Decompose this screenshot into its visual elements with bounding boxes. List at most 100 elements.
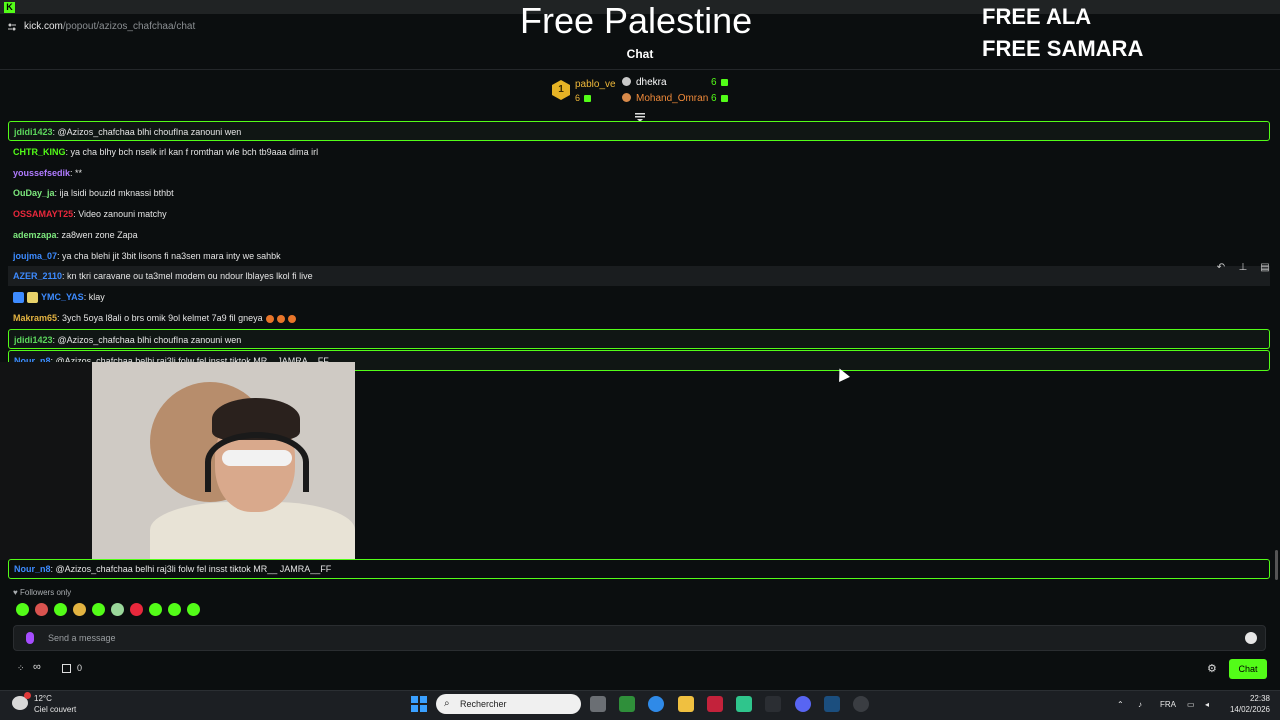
emote-icon[interactable] — [149, 603, 162, 616]
settings-gear-icon[interactable]: ⚙ — [1207, 662, 1217, 675]
send-chat-button[interactable]: Chat — [1229, 659, 1267, 679]
url-text[interactable]: kick.com/popout/azizos_chafchaa/chat — [24, 21, 195, 32]
emote-icon[interactable] — [168, 603, 181, 616]
message-username[interactable]: ademzapa — [13, 230, 57, 240]
steam-icon[interactable] — [824, 696, 840, 712]
windows-start-icon[interactable] — [411, 696, 427, 712]
message-text: @Azizos_chafchaa blhi choufIna zanouni w… — [57, 127, 242, 137]
chat-message[interactable]: jdidi1423: @Azizos_chafchaa blhi choufIn… — [8, 329, 1270, 349]
message-text: Video zanouni matchy — [78, 209, 167, 219]
emoji-picker-icon[interactable] — [1245, 632, 1257, 644]
emote-icon[interactable] — [73, 603, 86, 616]
volume-icon[interactable]: ◂ — [1205, 700, 1209, 709]
taskbar-search-label: Rechercher — [460, 699, 507, 709]
emote-icon[interactable] — [111, 603, 124, 616]
message-username[interactable]: AZER_2110 — [13, 271, 62, 281]
chat-message[interactable]: youssefsedik: ** — [8, 163, 1270, 183]
chat-message[interactable]: YMC_YAS: klay — [8, 287, 1270, 307]
message-text: za8wen zone Zapa — [61, 230, 138, 240]
weather-temperature[interactable]: 12°C — [34, 694, 52, 703]
pin-icon[interactable]: ⊥ — [1236, 261, 1250, 275]
infinity-icon[interactable]: ∞ — [33, 661, 41, 673]
app-icon[interactable] — [765, 696, 781, 712]
sunglasses — [222, 450, 292, 466]
search-icon: ⌕ — [444, 698, 450, 709]
message-username[interactable]: jdidi1423 — [14, 335, 53, 345]
message-text: ya cha blehi jit 3bit lisons fi na3sen m… — [62, 251, 281, 261]
second-gifter-count: 6 — [711, 77, 728, 88]
second-gifter-name[interactable]: dhekra — [636, 77, 667, 88]
gifter-leaderboard[interactable]: 1 pablo_ve 6 dhekra 6 Mohand_Omran 6 — [550, 74, 740, 108]
message-username[interactable]: CHTR_KING — [13, 147, 66, 157]
message-text: ** — [75, 168, 83, 178]
chat-message[interactable]: OSSAMAYT25: Video zanouni matchy — [8, 204, 1270, 224]
moderator-badge-icon — [13, 292, 24, 304]
microphone-icon[interactable] — [26, 632, 34, 644]
second-gifter-count-value: 6 — [711, 77, 717, 88]
chat-message[interactable]: Makram65: 3ych 5oya l8ali o brs omik 9ol… — [8, 308, 1270, 328]
emote-icon[interactable] — [35, 603, 48, 616]
language-indicator[interactable]: FRA — [1160, 700, 1176, 709]
message-placeholder: Send a message — [48, 633, 116, 643]
chrome-icon[interactable] — [648, 696, 664, 712]
message-username[interactable]: OuDay_ja — [13, 188, 55, 198]
gift-sub-icon — [720, 94, 728, 102]
taskbar-search[interactable]: ⌕ Rechercher — [436, 694, 581, 714]
microphone-tray-icon[interactable]: ♪ — [1138, 700, 1142, 709]
user-badge-icon[interactable]: ⁘ — [17, 663, 25, 674]
network-icon[interactable]: ▭ — [1187, 700, 1195, 709]
followers-only-label: Followers only — [19, 588, 72, 597]
message-username[interactable]: Nour_n8 — [14, 564, 51, 574]
app-icon[interactable] — [736, 696, 752, 712]
message-username[interactable]: joujma_07 — [13, 251, 57, 261]
clock-date[interactable]: 14/02/2026 — [1224, 705, 1270, 714]
bronze-medal-icon — [622, 93, 631, 102]
chat-message[interactable]: CHTR_KING: ya cha blhy bch nselk irl kan… — [8, 142, 1270, 162]
chat-scrollbar[interactable] — [1275, 550, 1278, 580]
chat-message[interactable]: jdidi1423: @Azizos_chafchaa blhi choufIn… — [8, 121, 1270, 141]
third-gifter-name[interactable]: Mohand_Omran — [636, 93, 708, 104]
emote-icon[interactable] — [54, 603, 67, 616]
message-username[interactable]: YMC_YAS — [41, 292, 84, 302]
chat-message[interactable]: AZER_2110: kn tkri caravane ou ta3mel mo… — [8, 266, 1270, 286]
emote-icon[interactable] — [130, 603, 143, 616]
gift-icon[interactable] — [62, 664, 71, 673]
message-input[interactable]: Send a message — [13, 625, 1266, 651]
reply-icon[interactable]: ↶ — [1214, 261, 1228, 275]
adobe-icon[interactable] — [707, 696, 723, 712]
fire-emote-icon — [287, 314, 296, 323]
message-username[interactable]: youssefsedik — [13, 168, 70, 178]
discord-icon[interactable] — [795, 696, 811, 712]
app-icon[interactable] — [619, 696, 635, 712]
delete-icon[interactable]: ▤ — [1258, 261, 1272, 275]
message-text: @Azizos_chafchaa blhi choufIna zanouni w… — [57, 335, 242, 345]
message-text: kn tkri caravane ou ta3mel modem ou ndou… — [67, 271, 313, 281]
top-gifter-name[interactable]: pablo_ve — [575, 79, 616, 90]
top-gifter-count-value: 6 — [575, 93, 581, 103]
fire-emote-icon — [265, 314, 274, 323]
chat-message-latest[interactable]: Nour_n8: @Azizos_chafchaa belhi raj3li f… — [8, 559, 1270, 579]
chat-message[interactable]: joujma_07: ya cha blehi jit 3bit lisons … — [8, 246, 1270, 266]
clock-time[interactable]: 22:38 — [1234, 694, 1270, 703]
obs-icon[interactable] — [853, 696, 869, 712]
emote-icon[interactable] — [187, 603, 200, 616]
message-username[interactable]: jdidi1423 — [14, 127, 53, 137]
emote-icon[interactable] — [16, 603, 29, 616]
weather-alert-badge — [24, 692, 31, 699]
task-view-icon[interactable] — [590, 696, 606, 712]
vip-badge-icon — [27, 292, 38, 304]
message-username[interactable]: OSSAMAYT25 — [13, 209, 73, 219]
chat-message[interactable]: ademzapa: za8wen zone Zapa — [8, 225, 1270, 245]
kick-logo-icon[interactable]: K — [4, 2, 15, 13]
emote-icon[interactable] — [92, 603, 105, 616]
webcam-dark-area — [0, 362, 95, 560]
file-explorer-icon[interactable] — [678, 696, 694, 712]
chat-message[interactable]: OuDay_ja: ija lsidi bouzid mknassi bthbt — [8, 183, 1270, 203]
tray-overflow-icon[interactable]: ⌃ — [1117, 700, 1124, 709]
message-username[interactable]: Makram65 — [13, 313, 57, 323]
overlay-headline: Free Palestine — [520, 0, 753, 41]
weather-condition[interactable]: Ciel couvert — [34, 705, 76, 714]
message-text: 3ych 5oya l8ali o brs omik 9ol kelmet 7a… — [62, 313, 263, 323]
site-info-icon[interactable] — [7, 22, 17, 32]
heart-icon: ♥ — [13, 588, 20, 597]
